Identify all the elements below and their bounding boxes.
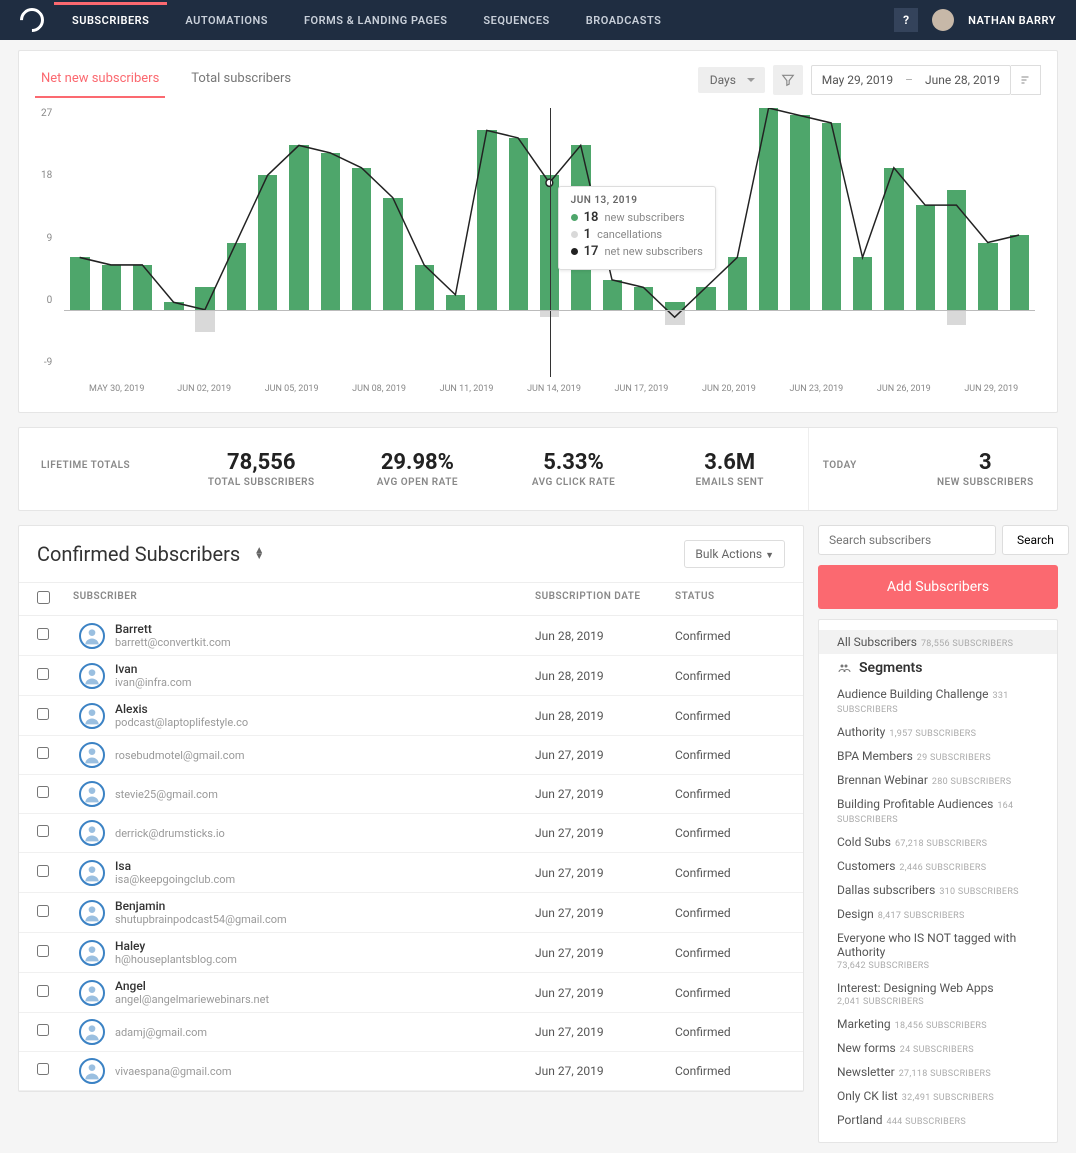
sidebar-all-subscribers[interactable]: All Subscribers78,556 SUBSCRIBERS: [819, 630, 1057, 654]
granularity-select[interactable]: Days: [698, 67, 765, 93]
subscriber-row[interactable]: derrick@drumsticks.ioJun 27, 2019Confirm…: [19, 814, 803, 853]
segment-item[interactable]: New forms24 SUBSCRIBERS: [819, 1036, 1057, 1060]
sort-icon: [1020, 74, 1032, 86]
help-button[interactable]: ?: [894, 8, 918, 32]
subscriber-avatar: [79, 980, 105, 1006]
subscriber-avatar: [79, 860, 105, 886]
subscriber-avatar: [79, 1058, 105, 1084]
search-subscribers-input[interactable]: [818, 525, 996, 555]
segment-item[interactable]: Marketing18,456 SUBSCRIBERS: [819, 1012, 1057, 1036]
tab-total[interactable]: Total subscribers: [185, 61, 297, 98]
stats-row: LIFETIME TOTALS 78,556TOTAL SUBSCRIBERS2…: [18, 427, 1058, 511]
subscriber-avatar: [79, 663, 105, 689]
subscriber-avatar: [79, 900, 105, 926]
segment-item[interactable]: Authority1,957 SUBSCRIBERS: [819, 720, 1057, 744]
segments-sidebar: All Subscribers78,556 SUBSCRIBERS Segmen…: [818, 619, 1058, 1143]
search-button[interactable]: Search: [1002, 525, 1069, 555]
subscriber-row[interactable]: adamj@gmail.comJun 27, 2019Confirmed: [19, 1013, 803, 1052]
row-checkbox[interactable]: [37, 668, 49, 680]
tab-net-new[interactable]: Net new subscribers: [35, 61, 165, 98]
bulk-actions-button[interactable]: Bulk Actions ▼: [684, 540, 785, 568]
user-name[interactable]: NATHAN BARRY: [968, 14, 1056, 27]
row-checkbox[interactable]: [37, 786, 49, 798]
segment-item[interactable]: Interest: Designing Web Apps2,041 SUBSCR…: [819, 976, 1057, 1012]
nav-broadcasts[interactable]: BROADCASTS: [568, 2, 680, 39]
row-checkbox[interactable]: [37, 945, 49, 957]
funnel-icon: [781, 73, 795, 87]
segment-item[interactable]: Building Profitable Audiences164 SUBSCRI…: [819, 792, 1057, 830]
subscribers-table-card: Confirmed Subscribers ▲▼ Bulk Actions ▼ …: [18, 525, 804, 1092]
segment-item[interactable]: Audience Building Challenge331 SUBSCRIBE…: [819, 682, 1057, 720]
main-nav: SUBSCRIBERSAUTOMATIONSFORMS & LANDING PA…: [54, 2, 679, 39]
chart-xaxis: MAY 30, 2019JUN 02, 2019JUN 05, 2019JUN …: [41, 378, 1035, 394]
nav-automations[interactable]: AUTOMATIONS: [167, 2, 286, 39]
row-checkbox[interactable]: [37, 985, 49, 997]
segment-item[interactable]: Brennan Webinar280 SUBSCRIBERS: [819, 768, 1057, 792]
nav-subscribers[interactable]: SUBSCRIBERS: [54, 2, 167, 39]
subscriber-row[interactable]: Haleyh@houseplantsblog.comJun 27, 2019Co…: [19, 933, 803, 973]
subscriber-row[interactable]: Barrettbarrett@convertkit.comJun 28, 201…: [19, 616, 803, 656]
nav-forms-landing-pages[interactable]: FORMS & LANDING PAGES: [286, 2, 465, 39]
chart-tooltip: JUN 13, 2019 18new subscribers 1cancella…: [558, 186, 716, 270]
row-checkbox[interactable]: [37, 865, 49, 877]
segment-item[interactable]: Everyone who IS NOT tagged with Authorit…: [819, 926, 1057, 976]
subscriber-avatar: [79, 940, 105, 966]
date-from: May 29, 2019: [822, 73, 893, 87]
segment-item[interactable]: Design8,417 SUBSCRIBERS: [819, 902, 1057, 926]
subscriber-avatar: [79, 1019, 105, 1045]
segments-header: Segments: [819, 654, 1057, 682]
topbar: SUBSCRIBERSAUTOMATIONSFORMS & LANDING PA…: [0, 0, 1076, 40]
subscriber-avatar: [79, 781, 105, 807]
segment-item[interactable]: Portland444 SUBSCRIBERS: [819, 1108, 1057, 1132]
row-checkbox[interactable]: [37, 905, 49, 917]
subscriber-avatar: [79, 623, 105, 649]
select-all-checkbox[interactable]: [37, 591, 50, 604]
user-avatar[interactable]: [932, 9, 954, 31]
date-range-picker[interactable]: May 29, 2019 – June 28, 2019: [811, 65, 1041, 95]
segment-item[interactable]: Newsletter27,118 SUBSCRIBERS: [819, 1060, 1057, 1084]
logo-icon[interactable]: [15, 3, 49, 37]
date-to: June 28, 2019: [925, 73, 1000, 87]
segment-item[interactable]: Cold Subs67,218 SUBSCRIBERS: [819, 830, 1057, 854]
row-checkbox[interactable]: [37, 825, 49, 837]
subscriber-row[interactable]: Ivanivan@infra.comJun 28, 2019Confirmed: [19, 656, 803, 696]
today-label: TODAY: [823, 460, 900, 471]
filter-button[interactable]: [773, 65, 803, 95]
row-checkbox[interactable]: [37, 708, 49, 720]
row-checkbox[interactable]: [37, 747, 49, 759]
chart-yaxis: 271890-9: [41, 108, 64, 368]
subscriber-row[interactable]: Benjaminshutupbrainpodcast54@gmail.comJu…: [19, 893, 803, 933]
subscriber-row[interactable]: Angelangel@angelmariewebinars.netJun 27,…: [19, 973, 803, 1013]
subscriber-row[interactable]: vivaespana@gmail.comJun 27, 2019Confirme…: [19, 1052, 803, 1091]
subscriber-avatar: [79, 742, 105, 768]
subscriber-avatar: [79, 820, 105, 846]
segment-item[interactable]: Customers2,446 SUBSCRIBERS: [819, 854, 1057, 878]
chart-card: Net new subscribers Total subscribers Da…: [18, 50, 1058, 413]
sort-toggle[interactable]: ▲▼: [254, 548, 264, 560]
segments-icon: [837, 662, 851, 674]
add-subscribers-button[interactable]: Add Subscribers: [818, 565, 1058, 609]
chart-plot[interactable]: JUN 13, 2019 18new subscribers 1cancella…: [64, 108, 1035, 378]
table-title: Confirmed Subscribers: [37, 542, 240, 566]
lifetime-totals-label: LIFETIME TOTALS: [41, 460, 169, 471]
sort-button[interactable]: [1011, 65, 1041, 95]
row-checkbox[interactable]: [37, 628, 49, 640]
subscriber-row[interactable]: rosebudmotel@gmail.comJun 27, 2019Confir…: [19, 736, 803, 775]
subscriber-row[interactable]: Isaisa@keepgoingclub.comJun 27, 2019Conf…: [19, 853, 803, 893]
subscriber-avatar: [79, 703, 105, 729]
segment-item[interactable]: Only CK list32,491 SUBSCRIBERS: [819, 1084, 1057, 1108]
row-checkbox[interactable]: [37, 1063, 49, 1075]
nav-sequences[interactable]: SEQUENCES: [465, 2, 567, 39]
subscriber-row[interactable]: Alexispodcast@laptoplifestyle.coJun 28, …: [19, 696, 803, 736]
subscriber-row[interactable]: stevie25@gmail.comJun 27, 2019Confirmed: [19, 775, 803, 814]
today-value: 3: [928, 450, 1043, 475]
segment-item[interactable]: Dallas subscribers310 SUBSCRIBERS: [819, 878, 1057, 902]
segment-item[interactable]: BPA Members29 SUBSCRIBERS: [819, 744, 1057, 768]
row-checkbox[interactable]: [37, 1024, 49, 1036]
